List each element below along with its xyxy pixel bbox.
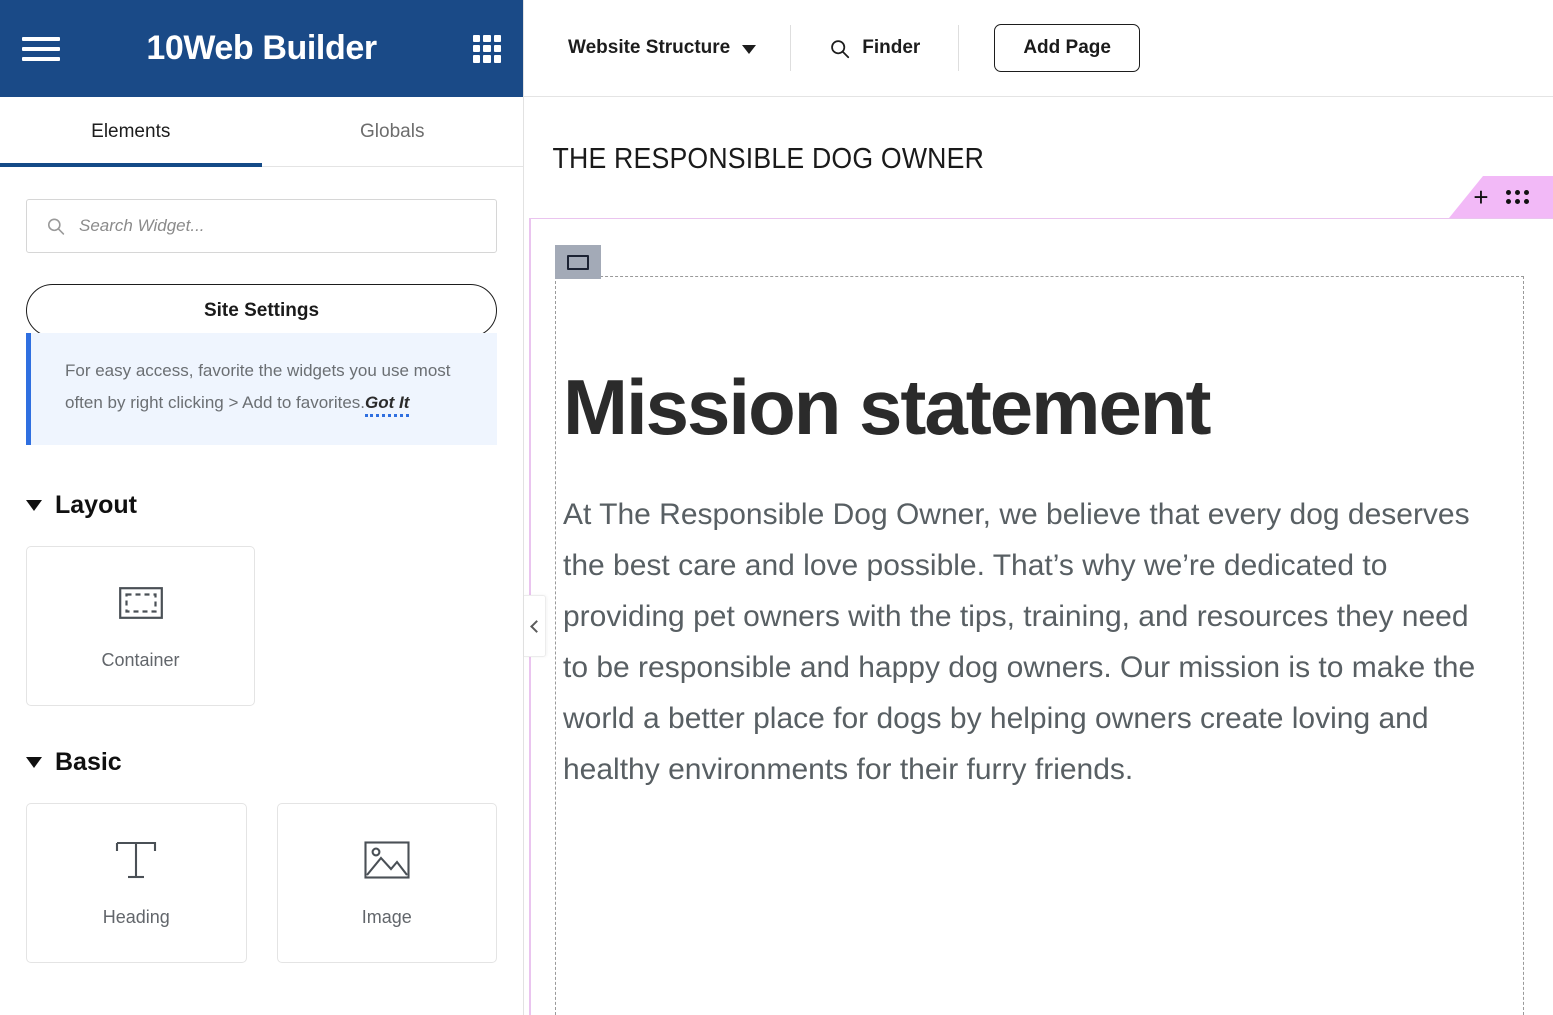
widget-image-label: Image: [361, 906, 412, 927]
tab-elements[interactable]: Elements: [0, 97, 262, 167]
widget-container-label: Container: [101, 649, 180, 670]
page-canvas: Mission statement At The Responsible Dog…: [529, 218, 1553, 1015]
image-icon: [364, 839, 410, 881]
section-basic-header[interactable]: Basic: [26, 748, 497, 777]
section-basic: Basic Heading Image: [26, 748, 497, 963]
add-page-button[interactable]: Add Page: [994, 24, 1140, 72]
toolbar-divider: [958, 25, 960, 71]
mission-paragraph[interactable]: At The Responsible Dog Owner, we believe…: [563, 489, 1493, 795]
section-layout-title: Layout: [55, 491, 137, 519]
brand-header: 10Web Builder: [0, 0, 523, 97]
tab-globals[interactable]: Globals: [262, 97, 524, 166]
search-icon: [831, 39, 850, 58]
sidebar-tabs: Elements Globals: [0, 97, 523, 167]
mission-heading[interactable]: Mission statement: [563, 366, 1493, 449]
website-structure-label: Website Structure: [568, 37, 731, 58]
layout-widget-grid: Container: [26, 546, 497, 706]
favorites-notice: For easy access, favorite the widgets yo…: [26, 333, 497, 445]
finder-label: Finder: [862, 37, 921, 58]
favorites-notice-text: For easy access, favorite the widgets yo…: [65, 355, 471, 419]
app-title: 10Web Builder: [146, 29, 377, 67]
add-section-tab[interactable]: +: [1449, 176, 1553, 218]
widget-heading-label: Heading: [102, 906, 170, 927]
heading-text-icon: [113, 839, 159, 881]
widget-image[interactable]: Image: [276, 803, 497, 963]
website-structure-dropdown[interactable]: Website Structure: [568, 37, 790, 59]
site-title: THE RESPONSIBLE DOG OWNER: [552, 143, 985, 175]
widget-container[interactable]: Container: [26, 546, 255, 706]
finder-button[interactable]: Finder: [791, 37, 958, 59]
site-settings-button[interactable]: Site Settings: [26, 284, 497, 337]
drag-dots-icon[interactable]: [1505, 190, 1529, 204]
tab-elements-label: Elements: [91, 120, 171, 142]
collapse-panel-handle[interactable]: [524, 595, 546, 657]
chevron-down-icon: [26, 757, 42, 768]
container-icon: [118, 582, 163, 624]
section-layout: Layout Container: [26, 491, 497, 706]
plus-icon[interactable]: +: [1473, 184, 1488, 210]
apps-grid-icon[interactable]: [473, 34, 501, 63]
section-content: Mission statement At The Responsible Dog…: [563, 366, 1493, 795]
sidebar-body: Site Settings For easy access, favorite …: [0, 167, 523, 1015]
search-input[interactable]: [26, 199, 497, 253]
section-basic-title: Basic: [55, 748, 122, 776]
hamburger-icon[interactable]: [22, 34, 62, 64]
search-widget-wrap: [26, 199, 497, 253]
chevron-down-icon: [26, 500, 42, 511]
tab-globals-label: Globals: [360, 120, 425, 142]
builder-canvas-panel: Website Structure Finder Add Page THE RE…: [524, 0, 1553, 1015]
chevron-left-icon: [529, 619, 543, 633]
elements-sidebar: 10Web Builder Elements Globals Site Sett: [0, 0, 524, 1015]
chevron-down-icon: [742, 45, 757, 54]
container-rect-icon[interactable]: [555, 245, 601, 279]
got-it-link[interactable]: Got It: [365, 393, 410, 417]
basic-widget-grid: Heading Image: [26, 803, 497, 963]
section-layout-header[interactable]: Layout: [26, 491, 497, 520]
canvas-toolbar: Website Structure Finder Add Page: [524, 0, 1553, 97]
widget-heading[interactable]: Heading: [26, 803, 247, 963]
